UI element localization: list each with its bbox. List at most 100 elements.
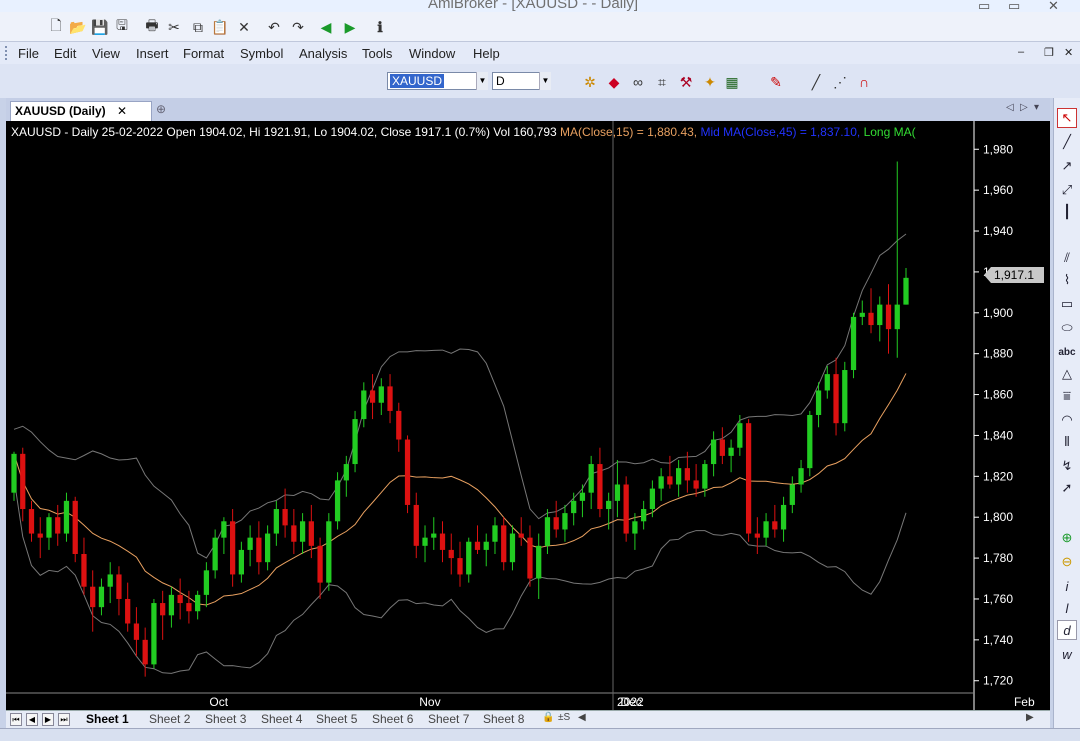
mdi-restore-button[interactable]: ❐ bbox=[1044, 46, 1054, 59]
tab-scroll-right-icon[interactable]: ▷ bbox=[1020, 102, 1028, 113]
open-icon[interactable]: 📂 bbox=[68, 17, 88, 37]
text-i-icon[interactable]: i bbox=[1057, 576, 1077, 596]
menu-edit[interactable]: Edit bbox=[54, 46, 76, 61]
cut-icon[interactable]: ✂ bbox=[164, 17, 184, 37]
menu-view[interactable]: View bbox=[92, 46, 120, 61]
ray-icon[interactable]: ↗ bbox=[1057, 156, 1077, 176]
menu-tools[interactable]: Tools bbox=[362, 46, 392, 61]
sheet-tab-5[interactable]: Sheet 5 bbox=[316, 712, 357, 726]
mdi-minimize-button[interactable]: – bbox=[1018, 46, 1024, 58]
wand-icon[interactable]: ✦ bbox=[700, 72, 720, 92]
candle bbox=[448, 533, 454, 575]
save-icon[interactable]: 💾 bbox=[90, 17, 110, 37]
sheet-tab-6[interactable]: Sheet 6 bbox=[372, 712, 413, 726]
new-tab-icon[interactable]: ⊕ bbox=[156, 102, 166, 116]
close-button[interactable]: ✕ bbox=[1048, 0, 1059, 12]
print-icon[interactable]: 🖶 bbox=[142, 17, 162, 37]
scroll-icon[interactable]: ⌗ bbox=[652, 72, 672, 92]
sync-icon[interactable]: ±S bbox=[558, 712, 570, 723]
sheet-tab-8[interactable]: Sheet 8 bbox=[483, 712, 524, 726]
text-l-icon[interactable]: l bbox=[1057, 598, 1077, 618]
line-icon[interactable]: ╱ bbox=[1057, 132, 1077, 152]
dotted-line-icon[interactable]: ⋰ bbox=[830, 72, 850, 92]
gear-icon[interactable]: ✲ bbox=[580, 72, 600, 92]
forward-icon[interactable]: ▶ bbox=[340, 17, 360, 37]
price-chart[interactable]: 1,9801,9601,9401,9201,9001,8801,8601,840… bbox=[6, 121, 1050, 710]
triangle-icon[interactable]: △ bbox=[1057, 364, 1077, 384]
candle-body bbox=[815, 390, 822, 415]
text-tool-icon[interactable]: abc bbox=[1057, 342, 1077, 362]
y-tick-label: 1,720 bbox=[983, 674, 1013, 688]
y-tick-label: 1,940 bbox=[983, 224, 1013, 238]
sheet-tab-4[interactable]: Sheet 4 bbox=[261, 712, 302, 726]
symbol-dropdown-icon[interactable]: ▼ bbox=[476, 72, 488, 90]
arrow-icon[interactable]: ➚ bbox=[1057, 478, 1077, 498]
menu-help[interactable]: Help bbox=[473, 46, 500, 61]
new-icon[interactable]: 🗋 bbox=[46, 17, 66, 37]
paste-icon[interactable]: 📋 bbox=[210, 17, 230, 37]
tab-list-icon[interactable]: ▾ bbox=[1034, 102, 1039, 113]
candle-style-icon[interactable]: ◆ bbox=[604, 72, 624, 92]
text-w-icon[interactable]: w bbox=[1057, 644, 1077, 664]
interval-dropdown-icon[interactable]: ▼ bbox=[539, 72, 551, 90]
rectangle-icon[interactable]: ▭ bbox=[1057, 294, 1077, 314]
candle-body bbox=[649, 488, 656, 510]
menu-insert[interactable]: Insert bbox=[136, 46, 169, 61]
line-tool-icon[interactable]: ╱ bbox=[806, 72, 826, 92]
delete-icon[interactable]: ✕ bbox=[234, 17, 254, 37]
pen-color-icon[interactable]: ✎ bbox=[766, 72, 786, 92]
scroll-right-icon[interactable]: ▶ bbox=[1026, 712, 1034, 723]
text-d-icon[interactable]: d bbox=[1057, 620, 1077, 640]
tab-xauusd-daily[interactable]: XAUUSD (Daily) ✕ bbox=[10, 101, 152, 121]
extended-line-icon[interactable]: ⤢ bbox=[1057, 180, 1077, 200]
sheet-prev-icon[interactable]: ◀ bbox=[26, 713, 38, 726]
fibonacci-icon[interactable]: ⌇ bbox=[1057, 270, 1077, 290]
tab-close-icon[interactable]: ✕ bbox=[117, 104, 127, 118]
undo-icon[interactable]: ↶ bbox=[264, 17, 284, 37]
cycles-icon[interactable]: ⫴ bbox=[1057, 432, 1077, 452]
magnet-icon[interactable]: ∩ bbox=[854, 72, 874, 92]
sell-icon[interactable]: ⊖ bbox=[1057, 552, 1077, 572]
chart-pane[interactable]: 1,9801,9601,9401,9201,9001,8801,8601,840… bbox=[6, 121, 1050, 710]
sheet-tab-1[interactable]: Sheet 1 bbox=[86, 712, 129, 726]
glasses-icon[interactable]: ∞ bbox=[628, 72, 648, 92]
vertical-line-icon[interactable]: ┃ bbox=[1057, 202, 1077, 222]
parallel-lines-icon[interactable]: ⫽ bbox=[1057, 248, 1077, 268]
menu-file[interactable]: File bbox=[18, 46, 39, 61]
scroll-left-icon[interactable]: ◀ bbox=[578, 712, 586, 723]
fan-icon[interactable]: ⩸ bbox=[1057, 386, 1077, 406]
sheet-last-icon[interactable]: ⏭ bbox=[58, 713, 70, 726]
arc-icon[interactable]: ◠ bbox=[1057, 410, 1077, 430]
chart-icon[interactable]: ▦ bbox=[722, 72, 742, 92]
menu-symbol[interactable]: Symbol bbox=[240, 46, 283, 61]
mdi-close-button[interactable]: ✕ bbox=[1064, 46, 1073, 59]
menu-window[interactable]: Window bbox=[409, 46, 455, 61]
redo-icon[interactable]: ↷ bbox=[288, 17, 308, 37]
ellipse-icon[interactable]: ⬭ bbox=[1057, 318, 1077, 338]
sheet-next-icon[interactable]: ▶ bbox=[42, 713, 54, 726]
sheet-tab-7[interactable]: Sheet 7 bbox=[428, 712, 469, 726]
candle-body bbox=[763, 521, 769, 538]
menu-analysis[interactable]: Analysis bbox=[299, 46, 347, 61]
candle bbox=[807, 410, 813, 477]
info-icon[interactable]: ℹ bbox=[370, 17, 390, 37]
sheet-tab-2[interactable]: Sheet 2 bbox=[149, 712, 190, 726]
copy-icon[interactable]: ⧉ bbox=[188, 17, 208, 37]
select-arrow-icon[interactable]: ↖ bbox=[1057, 108, 1077, 128]
symbol-combo[interactable]: XAUUSD bbox=[387, 72, 487, 90]
candle bbox=[72, 496, 78, 563]
tab-scroll-left-icon[interactable]: ◁ bbox=[1006, 102, 1014, 113]
zigzag-icon[interactable]: ↯ bbox=[1057, 456, 1077, 476]
save-all-icon[interactable]: 🖫 bbox=[112, 17, 132, 37]
sheet-tab-3[interactable]: Sheet 3 bbox=[205, 712, 246, 726]
candle bbox=[160, 590, 166, 640]
minimize-button[interactable]: ▭ bbox=[978, 0, 990, 12]
maximize-button[interactable]: ▭ bbox=[1008, 0, 1020, 12]
buy-icon[interactable]: ⊕ bbox=[1057, 528, 1077, 548]
hammer-icon[interactable]: ⚒ bbox=[676, 72, 696, 92]
lock-icon[interactable]: 🔒 bbox=[542, 712, 554, 723]
back-icon[interactable]: ◀ bbox=[316, 17, 336, 37]
candle bbox=[798, 459, 804, 493]
sheet-first-icon[interactable]: ⏮ bbox=[10, 713, 22, 726]
menu-format[interactable]: Format bbox=[183, 46, 224, 61]
